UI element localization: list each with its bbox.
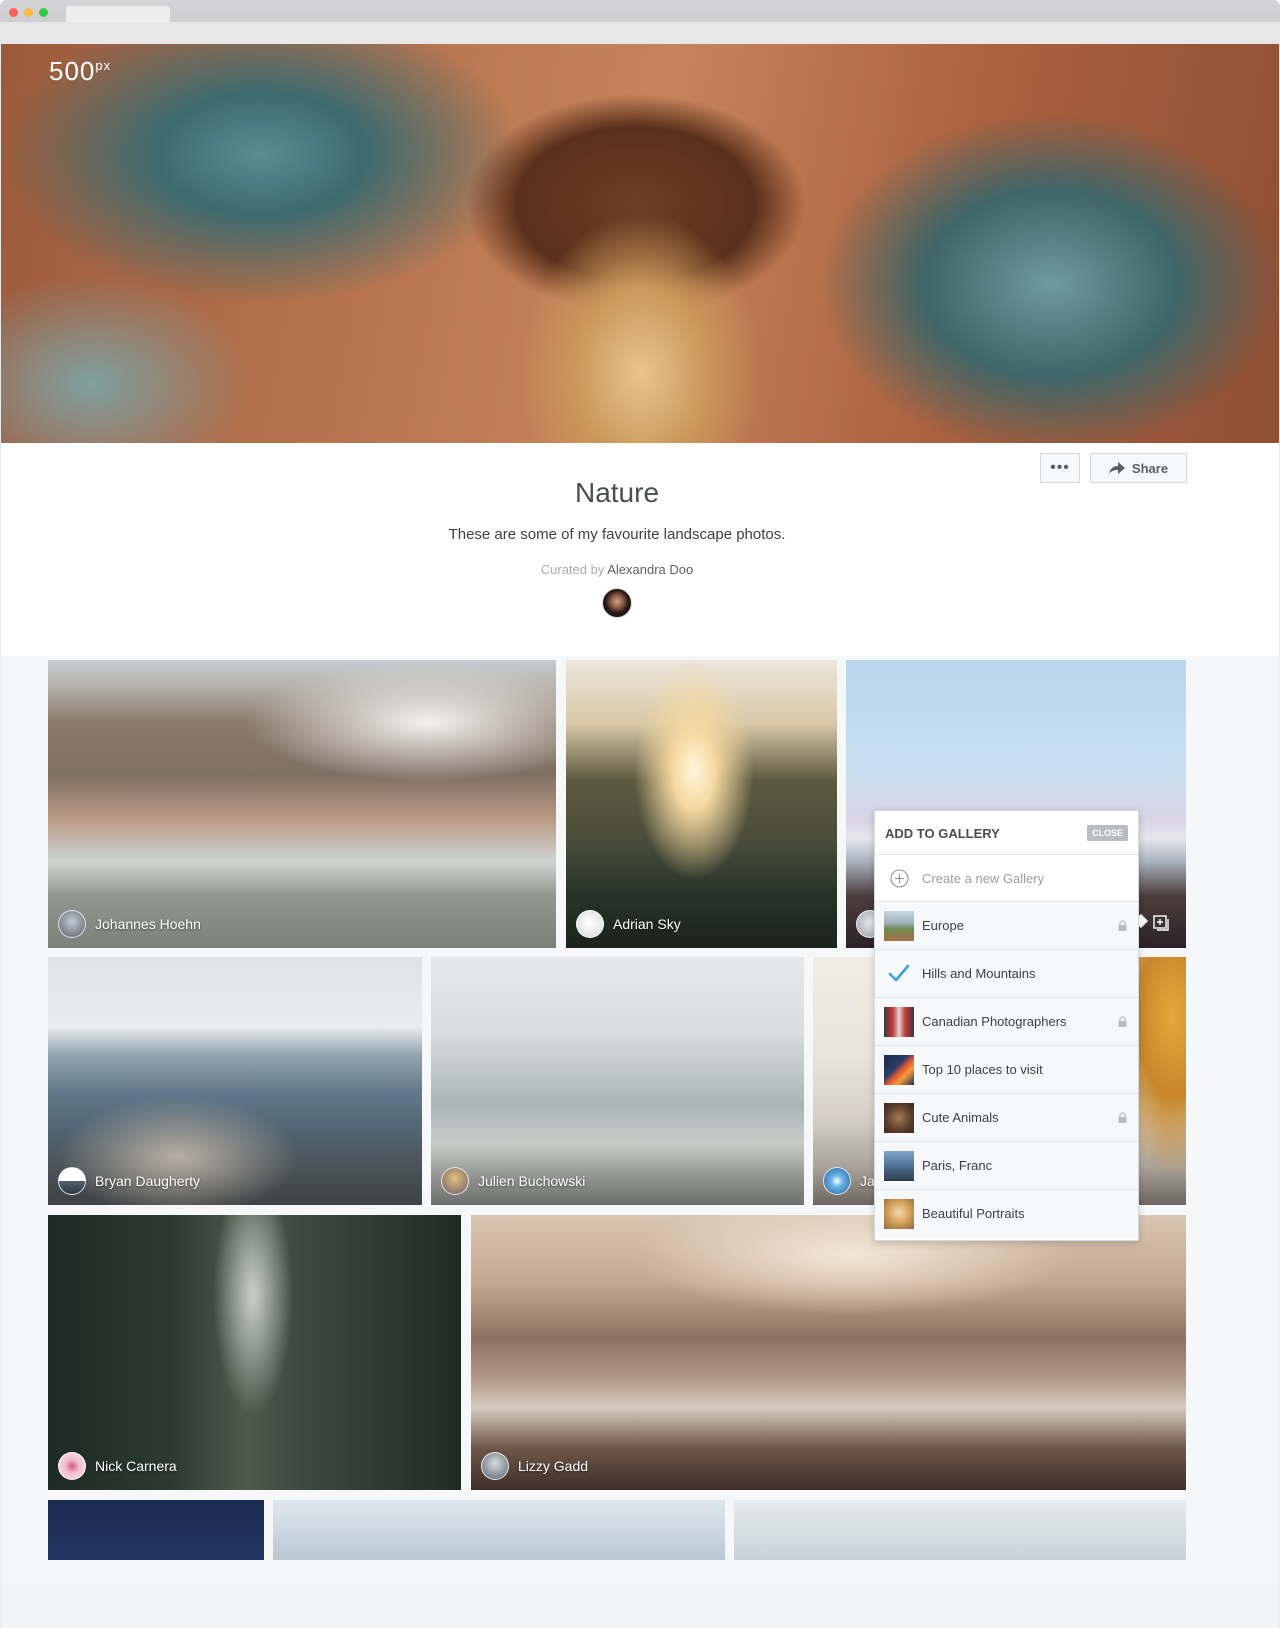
photo-tile[interactable]: Johannes Hoehn	[48, 660, 556, 948]
gallery-item-cute-animals[interactable]: Cute Animals	[875, 1094, 1138, 1142]
author-name: Julien Buchowski	[478, 1173, 586, 1189]
photo-tile[interactable]: Bryan Daugherty	[48, 957, 422, 1205]
popover-title: ADD TO GALLERY	[885, 826, 1000, 841]
gallery-thumbnail	[884, 1055, 914, 1085]
gallery-list: Europe Hills and Mountains Canadian Phot…	[875, 902, 1138, 1238]
author-name: Ja	[860, 1173, 875, 1189]
author-name: Johannes Hoehn	[95, 916, 201, 932]
gallery-item-paris-france[interactable]: Paris, Franc	[875, 1142, 1138, 1190]
gallery-item-label: Cute Animals	[922, 1110, 999, 1125]
page-title: Nature	[574, 477, 660, 508]
photo-author[interactable]: Ja	[823, 1167, 875, 1195]
plus-circle-icon	[890, 869, 909, 888]
browser-toolbar	[0, 22, 1280, 44]
popover-header: ADD TO GALLERY CLOSE	[875, 811, 1138, 855]
browser-window: 500px ••• Share Nature These are some of…	[0, 0, 1280, 1628]
photo-author[interactable]: Lizzy Gadd	[481, 1452, 588, 1480]
author-avatar	[481, 1452, 509, 1480]
author-avatar	[441, 1167, 469, 1195]
gallery-item-label: Beautiful Portraits	[922, 1206, 1025, 1221]
create-gallery-label: Create a new Gallery	[922, 871, 1045, 886]
gallery-item-hills-and-mountains[interactable]: Hills and Mountains	[875, 950, 1138, 998]
gallery-thumbnail	[884, 911, 914, 941]
author-avatar	[823, 1167, 851, 1195]
gallery-item-label: Hills and Mountains	[922, 966, 1036, 981]
author-avatar	[58, 1167, 86, 1195]
gallery-item-canadian-photographers[interactable]: Canadian Photographers	[875, 998, 1138, 1046]
author-avatar	[58, 910, 86, 938]
photo-author[interactable]: Nick Carnera	[58, 1452, 177, 1480]
gallery-item-europe[interactable]: Europe	[875, 902, 1138, 950]
share-arrow-icon	[1108, 462, 1125, 474]
maximize-window-icon[interactable]	[39, 8, 48, 17]
lock-icon	[1118, 1016, 1127, 1027]
browser-tab[interactable]	[66, 6, 170, 22]
gallery-item-top-10-places[interactable]: Top 10 places to visit	[875, 1046, 1138, 1094]
create-gallery-button[interactable]: Create a new Gallery	[875, 855, 1138, 902]
gallery-thumbnail	[884, 1007, 914, 1037]
photo-author[interactable]: Adrian Sky	[576, 910, 681, 938]
close-button[interactable]: CLOSE	[1086, 825, 1128, 841]
photo-tile[interactable]: Julien Buchowski	[431, 957, 804, 1205]
gallery-item-label: Top 10 places to visit	[922, 1062, 1043, 1077]
add-to-gallery-popover: ADD TO GALLERY CLOSE Create a new Galler…	[874, 810, 1139, 1241]
author-name: Nick Carnera	[95, 1458, 177, 1474]
cover-photo: 500px	[1, 44, 1279, 443]
minimize-window-icon[interactable]	[24, 8, 33, 17]
photo-tile[interactable]	[48, 1500, 264, 1560]
curated-by: Curated by Alexandra Doo	[1, 562, 1233, 577]
gallery-thumbnail	[884, 1151, 914, 1181]
lock-icon	[1118, 920, 1127, 931]
author-name: Bryan Daugherty	[95, 1173, 201, 1189]
author-name: Adrian Sky	[613, 916, 681, 932]
curator-avatar[interactable]	[602, 588, 632, 618]
author-avatar	[576, 910, 604, 938]
close-window-icon[interactable]	[9, 8, 18, 17]
lock-icon	[1118, 1112, 1127, 1123]
photo-tile[interactable]: Nick Carnera	[48, 1215, 461, 1490]
author-avatar	[58, 1452, 86, 1480]
photo-tile[interactable]: Adrian Sky	[566, 660, 837, 948]
photo-author[interactable]: Bryan Daugherty	[58, 1167, 200, 1195]
more-icon: •••	[1050, 459, 1070, 476]
photo-tile[interactable]	[734, 1500, 1186, 1560]
browser-titlebar	[0, 0, 1280, 44]
add-to-gallery-icon[interactable]	[1153, 915, 1171, 933]
photo-author[interactable]: Julien Buchowski	[441, 1167, 585, 1195]
page-bottom	[1, 1584, 1279, 1628]
photo-author[interactable]: Johannes Hoehn	[58, 910, 201, 938]
gallery-thumbnail	[884, 1103, 914, 1133]
author-name: Lizzy Gadd	[518, 1458, 589, 1474]
gallery-header: ••• Share Nature These are some of my fa…	[1, 443, 1279, 656]
gallery-item-label: Europe	[922, 918, 964, 933]
gallery-item-label: Paris, Franc	[922, 1158, 993, 1173]
curator-name-link[interactable]: Alexandra Doo	[607, 562, 693, 577]
gallery-item-label: Canadian Photographers	[922, 1014, 1067, 1029]
gallery-item-beautiful-portraits[interactable]: Beautiful Portraits	[875, 1190, 1138, 1238]
share-label: Share	[1131, 460, 1169, 476]
gallery-thumbnail	[884, 1199, 914, 1229]
logo[interactable]: 500px	[49, 56, 111, 87]
curated-prefix: Curated by	[540, 562, 605, 577]
gallery-description: These are some of my favourite landscape…	[448, 526, 786, 543]
photo-tile[interactable]: Lizzy Gadd	[471, 1215, 1186, 1490]
check-icon	[888, 964, 910, 982]
photo-tile[interactable]	[273, 1500, 725, 1560]
page-viewport: 500px ••• Share Nature These are some of…	[1, 44, 1279, 1628]
